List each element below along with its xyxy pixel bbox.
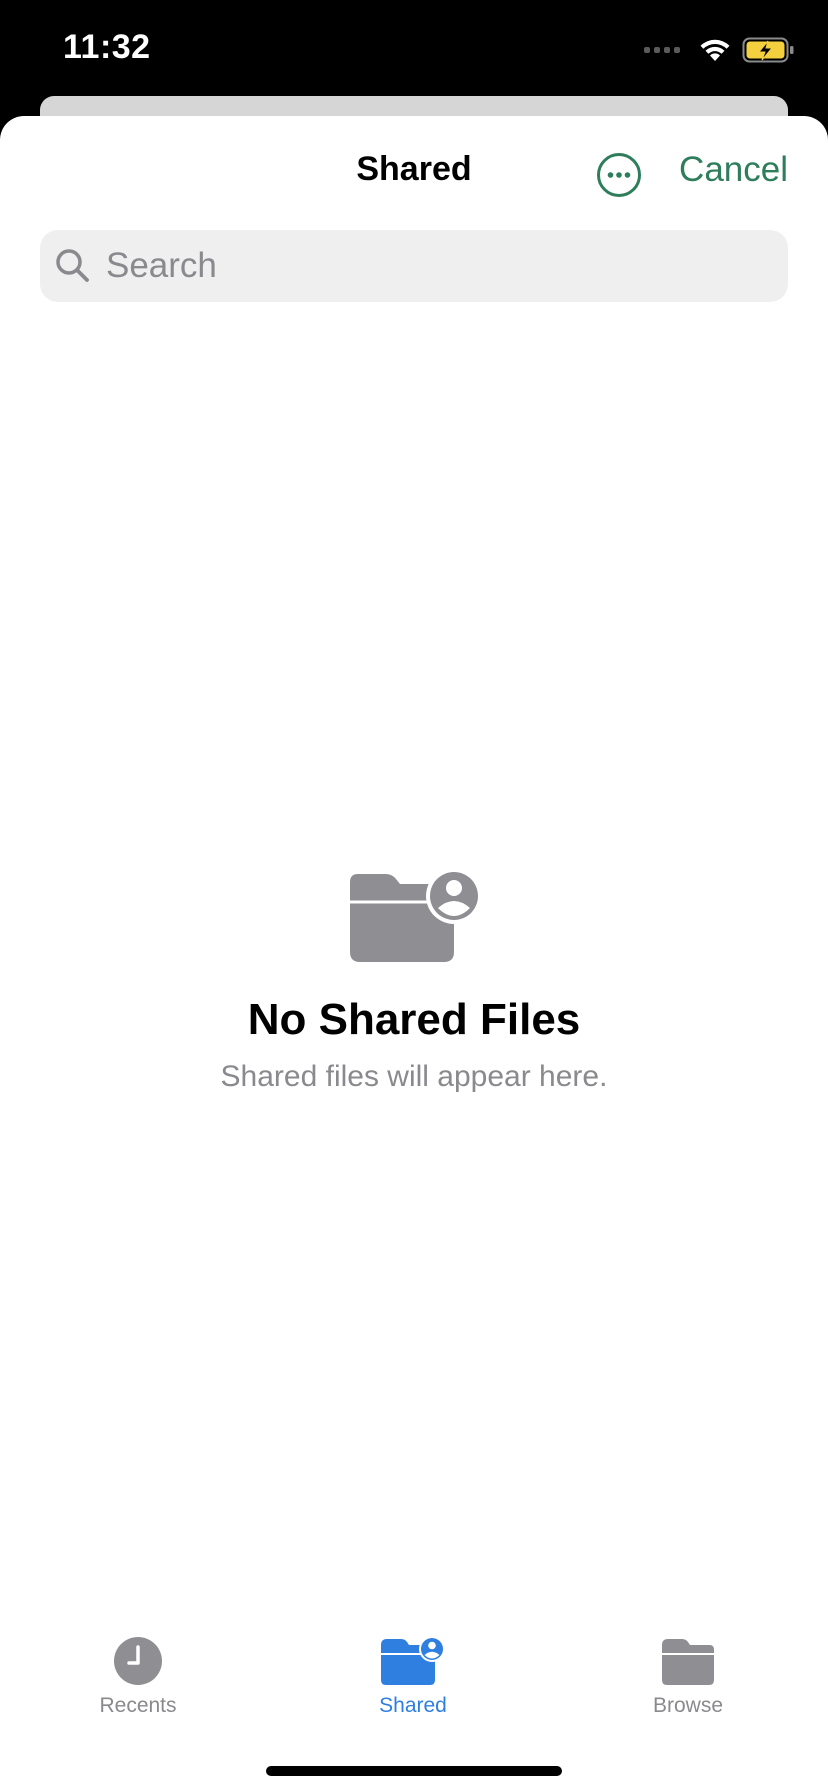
cellular-signal-icon <box>644 47 680 53</box>
search-input[interactable] <box>104 245 748 287</box>
status-time: 11:32 <box>63 28 151 66</box>
status-icons <box>644 34 796 66</box>
cancel-button[interactable]: Cancel <box>679 150 788 190</box>
home-indicator[interactable] <box>266 1766 562 1776</box>
tab-shared[interactable]: Shared <box>323 1636 503 1718</box>
wifi-icon <box>700 39 730 61</box>
shared-folder-icon <box>381 1636 445 1685</box>
tab-browse-label: Browse <box>652 1694 724 1717</box>
tab-shared-label: Shared <box>379 1694 447 1717</box>
empty-state-title: No Shared Files <box>247 995 581 1044</box>
tab-recents-label: Recents <box>99 1694 177 1717</box>
search-bar[interactable] <box>40 230 788 302</box>
search-icon <box>56 249 89 282</box>
tab-recents[interactable]: Recents <box>48 1636 228 1718</box>
ellipsis-circle-icon[interactable] <box>596 152 642 198</box>
files-sheet: Shared Cancel No Shared Files Shared fi <box>0 116 828 1792</box>
empty-state-subtitle: Shared files will appear here. <box>220 1060 608 1093</box>
shared-folder-icon <box>350 868 482 962</box>
battery-charging-icon <box>742 37 794 63</box>
files-screen: 11:32 Shared Cancel Search No Shared Fil… <box>0 0 828 1792</box>
tab-browse[interactable]: Browse <box>598 1636 778 1718</box>
folder-icon <box>662 1639 714 1685</box>
clock-icon <box>114 1637 162 1685</box>
